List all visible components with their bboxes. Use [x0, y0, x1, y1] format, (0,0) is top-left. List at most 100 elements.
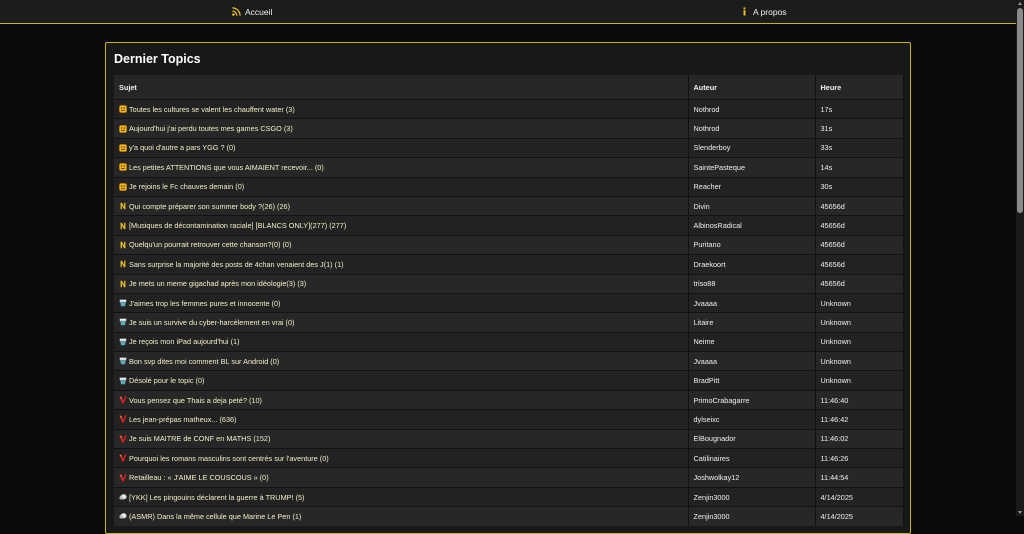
table-row[interactable]: Je mets un meme gigachad après mon idéol… [114, 273, 904, 294]
topic-author: AlbinosRadical [688, 215, 816, 236]
topic-link[interactable]: Je mets un meme gigachad après mon idéol… [129, 279, 306, 288]
topic-author: PrimoCrabagarre [688, 389, 816, 410]
table-row[interactable]: Je rejoins le Fc chauves demain (0) Reach… [114, 176, 904, 197]
topic-link[interactable]: Bon svp dites moi comment BL sur Android… [129, 357, 279, 366]
topic-time: 11:46:40 [815, 389, 904, 410]
topic-time: 30s [815, 176, 904, 197]
column-header-subject: Sujet [114, 75, 689, 100]
topic-author: ElBougnador [688, 428, 816, 449]
topic-subject-cell: Je reçois mon iPad aujourd'hui (1) [114, 331, 689, 352]
cloud-icon [119, 493, 127, 501]
topic-subject: Vous pensez que Thais a deja peté? (10) [119, 396, 683, 405]
topic-link[interactable]: (ASMR) Dans la même cellule que Marine L… [129, 512, 301, 521]
cup-icon [119, 299, 127, 307]
column-header-time: Heure [815, 75, 904, 100]
table-row[interactable]: J'aimes trop les femmes pures et innocen… [114, 292, 904, 313]
scroll-up-arrow-icon[interactable] [1018, 2, 1022, 5]
cup-icon [119, 377, 127, 385]
nav-about-label: A propos [753, 6, 787, 17]
table-row[interactable]: Aujourd'hui j'ai perdu toutes mes games … [114, 118, 904, 139]
topic-subject: J'aimes trop les femmes pures et innocen… [119, 299, 683, 308]
topic-link[interactable]: Je rejoins le Fc chauves demain (0) [129, 182, 244, 191]
table-row[interactable]: y'a quoi d'autre a pars YGG ? (0) Slender… [114, 137, 904, 158]
table-row[interactable]: Désolé pour le topic (0) BradPitt Unknown [114, 370, 904, 391]
topic-subject: Toutes les cultures se valent les chauff… [119, 105, 683, 114]
topic-author: BradPitt [688, 370, 816, 391]
table-row[interactable]: [Musiques de décontamination raciale] [B… [114, 215, 904, 236]
topic-subject-cell: Aujourd'hui j'ai perdu toutes mes games … [114, 118, 689, 139]
table-row[interactable]: [YKK] Les pingouins déclarent la guerre … [114, 486, 904, 507]
table-header-row: Sujet Auteur Heure [114, 75, 904, 100]
topic-author: Reacher [688, 176, 816, 197]
nav-about-link[interactable]: A propos [740, 0, 787, 23]
table-row[interactable]: Je reçois mon iPad aujourd'hui (1) Neime U… [114, 331, 904, 352]
topic-subject: Retailleau : « J'AIME LE COUSCOUS » (0) [119, 473, 683, 482]
topic-subject-cell: Désolé pour le topic (0) [114, 370, 689, 391]
topic-subject: Les jean-prépas matheux... (636) [119, 415, 683, 424]
topic-link[interactable]: Qui compte préparer son summer body ?(26… [129, 202, 290, 211]
table-row[interactable]: (ASMR) Dans la même cellule que Marine L… [114, 506, 904, 526]
topic-link[interactable]: Pourquoi les romans masculins sont centr… [129, 454, 329, 463]
topic-subject: (ASMR) Dans la même cellule que Marine L… [119, 512, 683, 521]
topic-subject: Les petites ATTENTIONS que vous AIMAIENT… [119, 163, 683, 172]
topic-time: Unknown [815, 351, 904, 371]
n-logo-icon [119, 222, 127, 230]
topic-time: Unknown [815, 292, 904, 313]
topic-author: triso88 [688, 273, 816, 294]
smiley-icon [119, 182, 127, 191]
topic-link[interactable]: y'a quoi d'autre a pars YGG ? (0) [129, 143, 236, 152]
topic-subject-cell: (ASMR) Dans la même cellule que Marine L… [114, 506, 689, 526]
table-row[interactable]: Pourquoi les romans masculins sont centr… [114, 448, 904, 468]
nav-home-link[interactable]: Accueil [232, 0, 272, 23]
topic-author: Jvaaaa [688, 292, 816, 313]
topic-author: Joshwolkay12 [688, 467, 816, 488]
scrollbar-thumb[interactable] [1017, 8, 1023, 213]
topic-author: Zenjin3000 [688, 486, 816, 507]
topic-link[interactable]: Sans surprise la majorité des posts de 4… [129, 260, 344, 269]
topic-author: Neime [688, 331, 816, 352]
page-scrollbar[interactable] [1016, 0, 1024, 516]
table-row[interactable]: Quelqu'un pourrait retrouver cette chans… [114, 234, 904, 255]
topic-link[interactable]: [YKK] Les pingouins déclarent la guerre … [129, 493, 304, 502]
topic-author: Catilinaires [688, 448, 816, 468]
topic-link[interactable]: Les petites ATTENTIONS que vous AIMAIENT… [129, 163, 324, 172]
topic-link[interactable]: Les jean-prépas matheux... (636) [129, 415, 237, 424]
v-logo-icon [119, 454, 127, 462]
topic-time: 4/14/2025 [815, 506, 904, 526]
table-row[interactable]: Vous pensez que Thais a deja peté? (10) P… [114, 389, 904, 410]
smiley-icon [119, 144, 127, 152]
table-row[interactable]: Qui compte préparer son summer body ?(26… [114, 195, 904, 216]
table-row[interactable]: Les petites ATTENTIONS que vous AIMAIENT… [114, 157, 904, 178]
n-logo-icon [119, 202, 127, 210]
topic-link[interactable]: Vous pensez que Thais a deja peté? (10) [129, 396, 262, 405]
table-row[interactable]: Je suis MAITRE de CONF en MATHS (152) ElB… [114, 428, 904, 449]
topic-subject: Sans surprise la majorité des posts de 4… [119, 260, 683, 269]
topic-link[interactable]: [Musiques de décontamination raciale] [B… [129, 221, 346, 230]
topic-subject: Je rejoins le Fc chauves demain (0) [119, 182, 683, 191]
table-row[interactable]: Les jean-prépas matheux... (636) dylseixc… [114, 409, 904, 430]
topic-link[interactable]: Toutes les cultures se valent les chauff… [129, 105, 295, 114]
topic-link[interactable]: Aujourd'hui j'ai perdu toutes mes games … [129, 124, 293, 133]
topic-time: 45656d [815, 195, 904, 216]
n-logo-icon [119, 241, 127, 249]
topic-link[interactable]: Je suis MAITRE de CONF en MATHS (152) [129, 434, 270, 443]
topic-subject: Je reçois mon iPad aujourd'hui (1) [119, 337, 683, 346]
topic-link[interactable]: J'aimes trop les femmes pures et innocen… [129, 299, 280, 308]
topic-link[interactable]: Je reçois mon iPad aujourd'hui (1) [129, 337, 240, 346]
table-row[interactable]: Retailleau : « J'AIME LE COUSCOUS » (0) J… [114, 467, 904, 488]
table-row[interactable]: Je suis un survive du cyber-harcèlement … [114, 312, 904, 333]
table-row[interactable]: Toutes les cultures se valent les chauff… [114, 98, 904, 119]
topic-link[interactable]: Je suis un survive du cyber-harcèlement … [129, 318, 294, 327]
topic-link[interactable]: Retailleau : « J'AIME LE COUSCOUS » (0) [129, 473, 269, 482]
topic-author: dylseixc [688, 409, 816, 430]
topic-subject: Bon svp dites moi comment BL sur Android… [119, 357, 683, 366]
scroll-down-arrow-icon[interactable] [1018, 511, 1022, 514]
topic-subject-cell: Je mets un meme gigachad après mon idéol… [114, 273, 689, 294]
topic-time: Unknown [815, 331, 904, 352]
topic-link[interactable]: Quelqu'un pourrait retrouver cette chans… [129, 240, 291, 249]
topic-subject-cell: Quelqu'un pourrait retrouver cette chans… [114, 234, 689, 255]
table-row[interactable]: Sans surprise la majorité des posts de 4… [114, 254, 904, 275]
cup-icon [119, 338, 127, 346]
topic-link[interactable]: Désolé pour le topic (0) [129, 376, 204, 385]
table-row[interactable]: Bon svp dites moi comment BL sur Android… [114, 351, 904, 371]
